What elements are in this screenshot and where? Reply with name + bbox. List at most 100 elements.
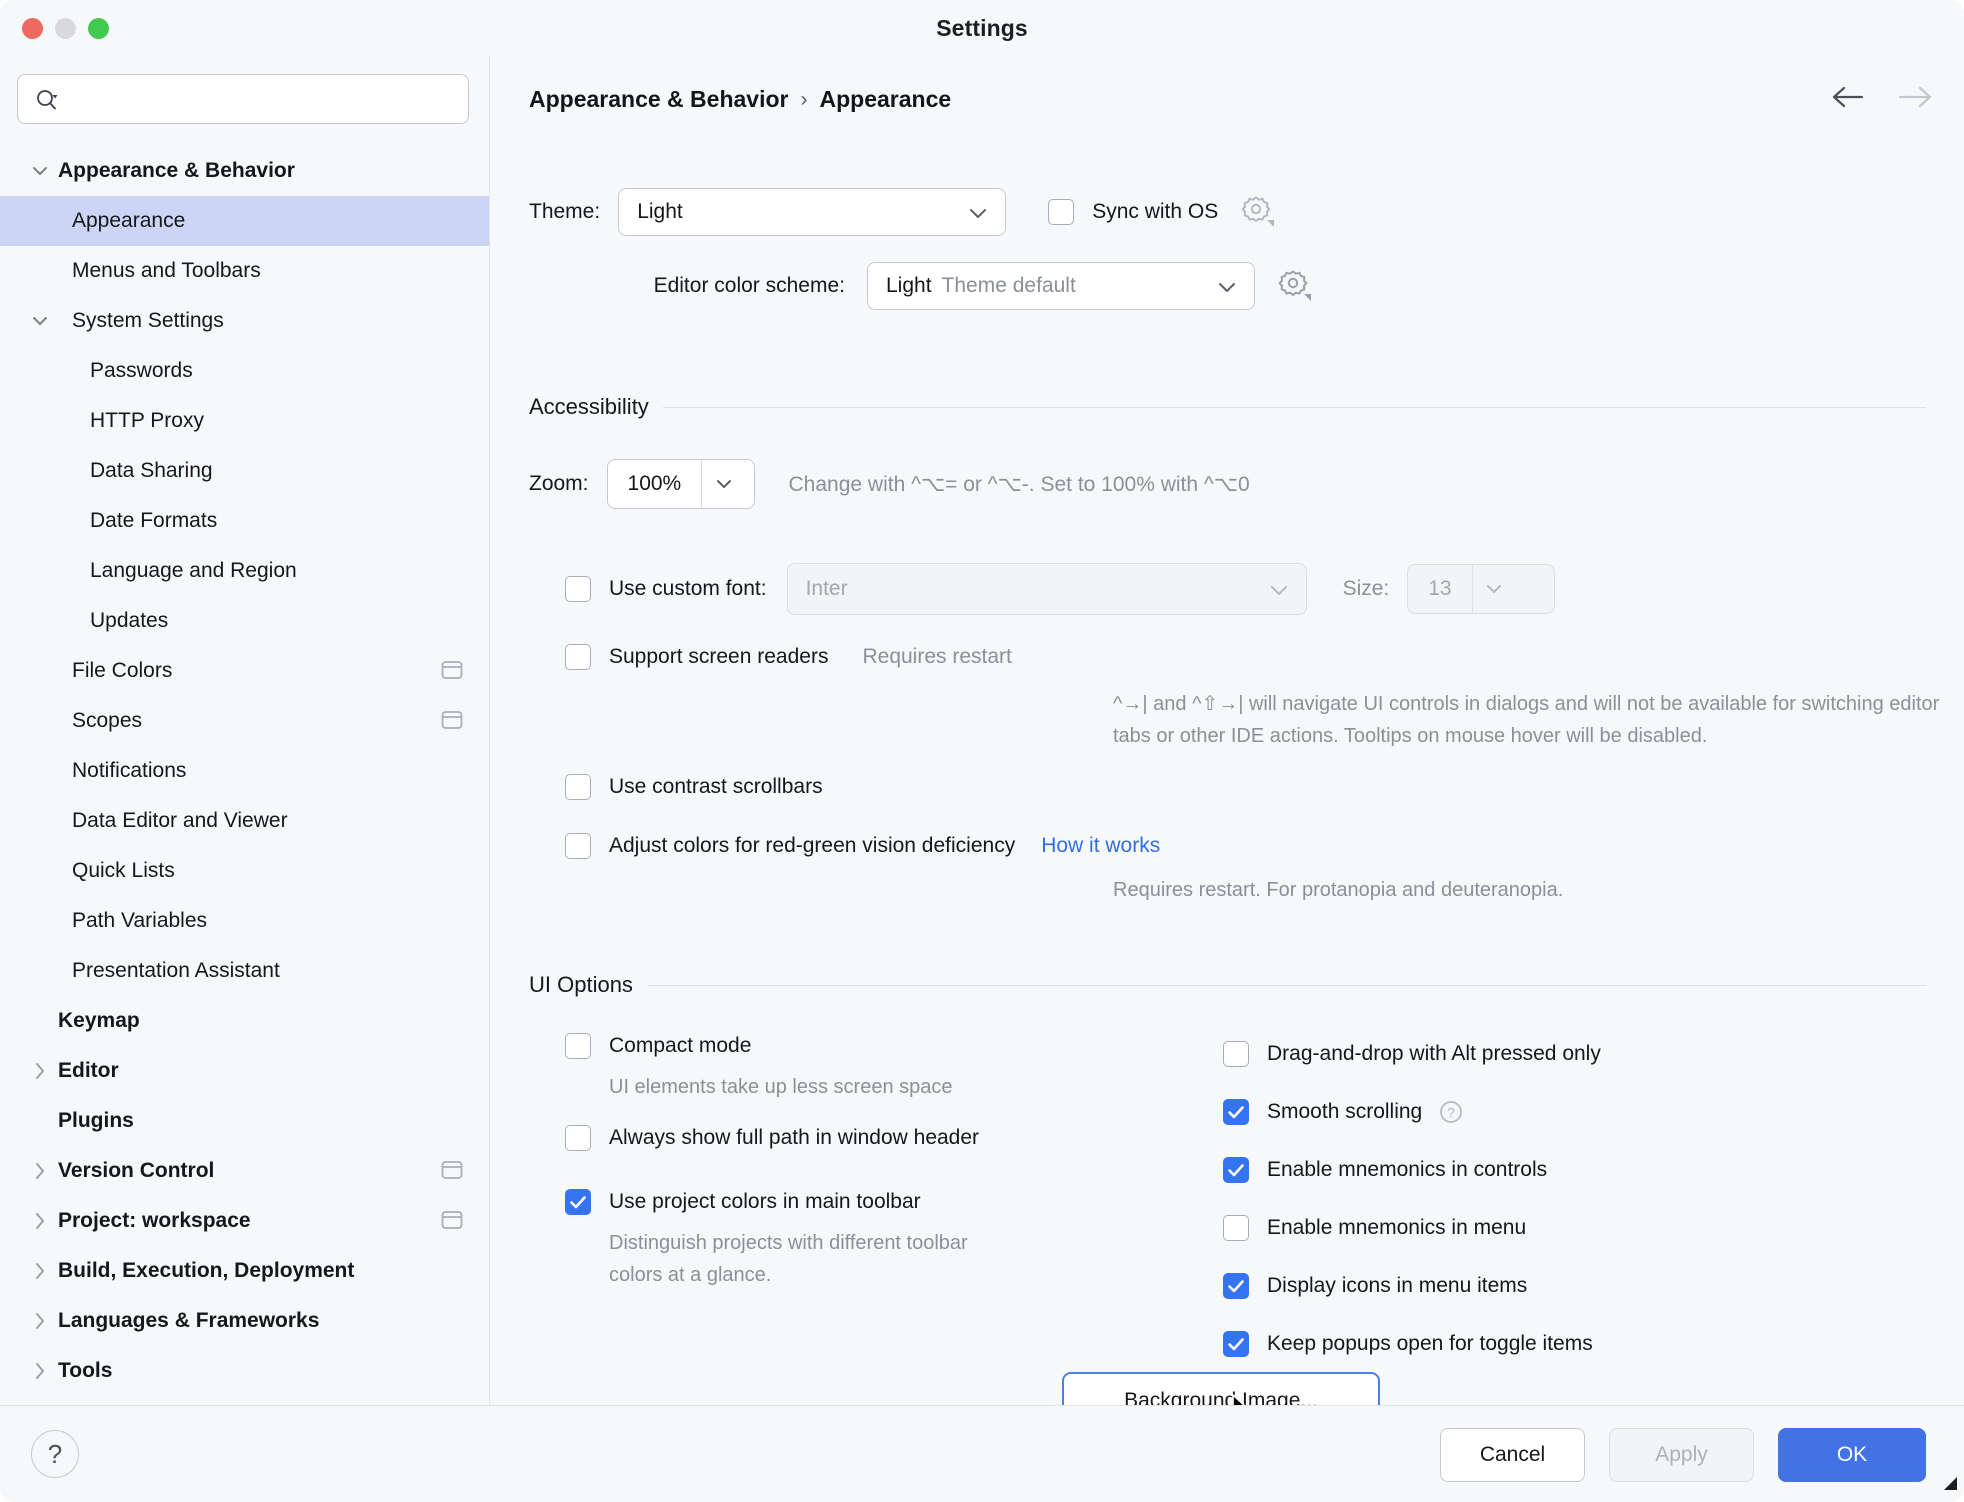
ui-option-checkbox[interactable] [565,1125,591,1151]
ui-option-checkbox[interactable] [1223,1331,1249,1357]
ui-option-checkbox-row[interactable]: Always show full path in window header [565,1117,1205,1159]
custom-font-select[interactable]: Inter [787,563,1307,615]
help-button[interactable]: ? [31,1430,79,1478]
editor-color-scheme-select[interactable]: Light Theme default [867,262,1255,310]
sidebar-item-presentation-assistant[interactable]: Presentation Assistant [0,946,489,996]
use-custom-font-checkbox[interactable] [565,576,591,602]
sidebar-item-passwords[interactable]: Passwords [0,346,489,396]
sidebar-item-system-settings[interactable]: System Settings [0,296,489,346]
sidebar-item-label: Quick Lists [58,859,175,883]
sidebar-item-quick-lists[interactable]: Quick Lists [0,846,489,896]
sidebar-item-label: Notifications [58,759,186,783]
chevron-right-icon[interactable] [26,1207,54,1235]
sidebar-item-http-proxy[interactable]: HTTP Proxy [0,396,489,446]
background-image-button[interactable]: Background Image... [1062,1372,1380,1405]
chevron-right-icon[interactable] [26,1157,54,1185]
ui-option-checkbox[interactable] [1223,1273,1249,1299]
ui-option-checkbox-row[interactable]: Compact mode [565,1025,1205,1067]
settings-tree: Appearance & BehaviorAppearanceMenus and… [0,146,489,1396]
minimize-window-button[interactable] [55,18,76,39]
font-size-stepper[interactable]: 13 [1407,564,1555,614]
zoom-row: Zoom: 100% Change with ^⌥= or ^⌥-. Set t… [529,459,1250,509]
sidebar-item-plugins[interactable]: Plugins [0,1096,489,1146]
ui-option-checkbox-row[interactable]: Enable mnemonics in menu [1223,1199,1923,1257]
search-box[interactable] [17,74,469,124]
sidebar-item-editor[interactable]: Editor [0,1046,489,1096]
ui-option-checkbox[interactable] [1223,1041,1249,1067]
sidebar-item-appearance[interactable]: Appearance [0,196,489,246]
ui-option-checkbox-row[interactable]: Keep popups open for toggle items [1223,1315,1923,1373]
sidebar-item-notifications[interactable]: Notifications [0,746,489,796]
theme-gear-icon[interactable] [1240,193,1274,232]
editor-color-scheme-gear-icon[interactable] [1277,267,1311,306]
close-window-button[interactable] [22,18,43,39]
chevron-down-icon[interactable] [1472,565,1516,613]
sync-with-os-row[interactable]: Sync with OS [1048,199,1218,225]
dialog-footer: ? Cancel Apply OK [0,1405,1964,1502]
theme-select[interactable]: Light [618,188,1006,236]
ui-option-label: Display icons in menu items [1267,1274,1527,1298]
sidebar-item-file-colors[interactable]: File Colors [0,646,489,696]
sidebar-item-updates[interactable]: Updates [0,596,489,646]
chevron-right-icon[interactable] [26,1357,54,1385]
ui-option-checkbox-row[interactable]: Smooth scrolling? [1223,1083,1923,1141]
chevron-right-icon[interactable] [26,1057,54,1085]
ui-option-checkbox[interactable] [1223,1099,1249,1125]
chevron-right-icon[interactable] [26,1307,54,1335]
sidebar-item-label: System Settings [58,309,224,333]
chevron-down-icon[interactable] [701,460,745,508]
ui-option-checkbox-row[interactable]: Display icons in menu items [1223,1257,1923,1315]
ui-option-description: Distinguish projects with different tool… [609,1227,1205,1291]
how-it-works-link[interactable]: How it works [1041,834,1160,858]
resize-grip[interactable] [1940,1473,1958,1496]
zoom-stepper[interactable]: 100% [607,459,755,509]
sync-with-os-checkbox[interactable] [1048,199,1074,225]
ui-option-checkbox-row[interactable]: Enable mnemonics in controls [1223,1141,1923,1199]
maximize-window-button[interactable] [88,18,109,39]
search-input[interactable] [36,88,468,110]
settings-sidebar: Appearance & BehaviorAppearanceMenus and… [0,56,490,1405]
theme-row: Theme: Light Sync with OS [529,188,1274,236]
sidebar-item-date-formats[interactable]: Date Formats [0,496,489,546]
back-arrow-icon[interactable] [1830,84,1868,115]
sidebar-item-language-and-region[interactable]: Language and Region [0,546,489,596]
sidebar-item-label: Scopes [58,709,142,733]
cancel-button[interactable]: Cancel [1440,1428,1585,1482]
chevron-down-icon[interactable] [26,157,54,185]
sidebar-item-build-execution-deployment[interactable]: Build, Execution, Deployment [0,1246,489,1296]
breadcrumb-root[interactable]: Appearance & Behavior [529,86,788,113]
ui-option-checkbox[interactable] [565,1033,591,1059]
ui-option-checkbox[interactable] [565,1189,591,1215]
screen-readers-desc-line-2: tabs or other IDE actions. Tooltips on m… [1113,720,1964,752]
support-screen-readers-checkbox[interactable] [565,644,591,670]
sidebar-item-project-workspace[interactable]: Project: workspace [0,1196,489,1246]
sidebar-item-tools[interactable]: Tools [0,1346,489,1396]
apply-button[interactable]: Apply [1609,1428,1754,1482]
help-circle-icon[interactable]: ? [1438,1099,1464,1125]
support-screen-readers-description: ^→| and ^⇧→| will navigate UI controls i… [1113,688,1964,752]
sidebar-item-keymap[interactable]: Keymap [0,996,489,1046]
sidebar-item-path-variables[interactable]: Path Variables [0,896,489,946]
font-size-value: 13 [1408,565,1471,613]
support-screen-readers-note: Requires restart [862,645,1011,669]
sidebar-item-menus-and-toolbars[interactable]: Menus and Toolbars [0,246,489,296]
sidebar-item-version-control[interactable]: Version Control [0,1146,489,1196]
ui-option-checkbox[interactable] [1223,1215,1249,1241]
sidebar-item-languages-frameworks[interactable]: Languages & Frameworks [0,1296,489,1346]
ok-button[interactable]: OK [1778,1428,1926,1482]
project-scope-icon [441,660,463,686]
ui-option-checkbox[interactable] [1223,1157,1249,1183]
sidebar-item-data-editor-and-viewer[interactable]: Data Editor and Viewer [0,796,489,846]
sidebar-item-data-sharing[interactable]: Data Sharing [0,446,489,496]
accessibility-section-header: Accessibility [529,394,1926,420]
settings-main-pane: Appearance & Behavior › Appearance Theme… [491,56,1964,1405]
chevron-right-icon[interactable] [26,1257,54,1285]
sidebar-item-appearance-behavior[interactable]: Appearance & Behavior [0,146,489,196]
red-green-deficiency-checkbox[interactable] [565,833,591,859]
chevron-down-icon[interactable] [26,307,54,335]
sidebar-item-scopes[interactable]: Scopes [0,696,489,746]
use-contrast-scrollbars-checkbox[interactable] [565,774,591,800]
window-traffic-lights [22,18,109,39]
ui-option-checkbox-row[interactable]: Drag-and-drop with Alt pressed only [1223,1025,1923,1083]
ui-option-checkbox-row[interactable]: Use project colors in main toolbar [565,1181,1205,1223]
